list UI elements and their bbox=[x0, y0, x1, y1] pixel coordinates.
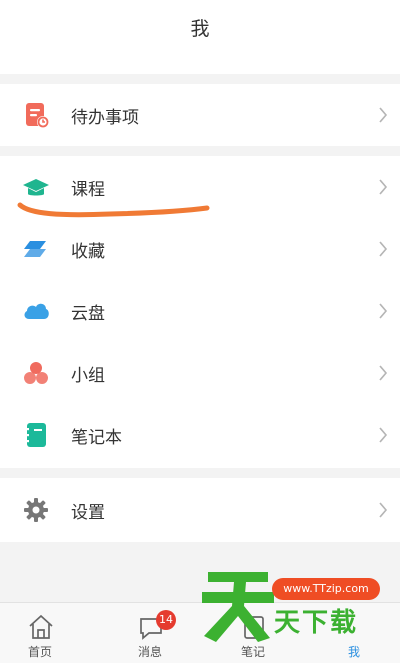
menu-item-cloud[interactable]: 云盘 bbox=[0, 280, 400, 342]
menu-item-label: 待办事项 bbox=[71, 107, 139, 128]
cloud-icon bbox=[24, 303, 49, 319]
menu-item-label: 课程 bbox=[71, 179, 105, 200]
menu-item-course[interactable]: 课程 bbox=[0, 156, 400, 218]
tab-label: 消息 bbox=[137, 645, 162, 659]
notebook-icon bbox=[25, 423, 46, 447]
tab-home[interactable]: 首页 bbox=[0, 603, 80, 663]
todo-section: 待办事项 bbox=[0, 84, 400, 146]
chevron-right-icon bbox=[379, 241, 388, 257]
menu-item-group[interactable]: 小组 bbox=[0, 342, 400, 404]
chevron-right-icon bbox=[379, 502, 388, 518]
menu-item-settings[interactable]: 设置 bbox=[0, 479, 400, 541]
menu-item-label: 收藏 bbox=[71, 241, 105, 262]
page-header: 我 bbox=[0, 0, 400, 56]
chevron-right-icon bbox=[379, 427, 388, 443]
chevron-right-icon bbox=[379, 179, 388, 195]
chevron-right-icon bbox=[379, 365, 388, 381]
divider bbox=[0, 468, 400, 478]
chevron-right-icon bbox=[379, 107, 388, 123]
site-watermark: www.TTzip.com 天下载 bbox=[200, 560, 400, 662]
todo-icon bbox=[26, 103, 49, 128]
gear-icon bbox=[24, 498, 48, 522]
watermark-logo-icon bbox=[202, 572, 274, 642]
unread-badge: 14 bbox=[156, 610, 176, 630]
main-menu-section: 课程 收藏 云盘 小组 笔记本 bbox=[0, 156, 400, 468]
menu-item-label: 云盘 bbox=[71, 303, 105, 324]
watermark-url: www.TTzip.com bbox=[272, 578, 380, 600]
divider bbox=[0, 146, 400, 156]
chevron-right-icon bbox=[379, 303, 388, 319]
home-icon bbox=[29, 614, 53, 639]
menu-item-favorites[interactable]: 收藏 bbox=[0, 218, 400, 280]
tab-label: 首页 bbox=[27, 645, 52, 659]
menu-item-label: 设置 bbox=[71, 502, 105, 523]
profile-section-edge bbox=[0, 56, 400, 74]
menu-item-label: 小组 bbox=[71, 365, 105, 386]
settings-section: 设置 bbox=[0, 478, 400, 542]
menu-item-label: 笔记本 bbox=[71, 427, 122, 448]
watermark-text: 天下载 bbox=[274, 608, 359, 638]
page-title: 我 bbox=[190, 18, 210, 40]
favorites-icon bbox=[24, 241, 46, 257]
menu-item-todo[interactable]: 待办事项 bbox=[0, 84, 400, 146]
tab-messages[interactable]: 14 消息 bbox=[110, 603, 190, 663]
group-icon bbox=[24, 362, 48, 384]
divider bbox=[0, 74, 400, 84]
graduation-cap-icon bbox=[23, 179, 49, 196]
menu-item-notebook[interactable]: 笔记本 bbox=[0, 404, 400, 466]
